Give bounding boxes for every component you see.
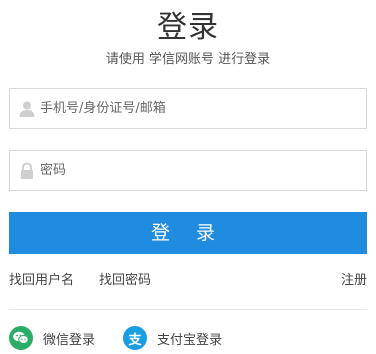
alipay-login-button[interactable]: 支 支付宝登录 <box>123 326 222 350</box>
wechat-icon <box>9 326 33 350</box>
page-subtitle: 请使用 学信网账号 进行登录 <box>105 52 271 67</box>
divider <box>9 309 367 310</box>
register-link[interactable]: 注册 <box>341 269 367 288</box>
user-icon <box>18 100 36 118</box>
username-field[interactable] <box>9 88 367 129</box>
page-title: 登录 <box>157 10 219 45</box>
wechat-login-button[interactable]: 微信登录 <box>9 326 95 350</box>
password-input[interactable] <box>40 151 360 190</box>
alipay-icon-glyph: 支 <box>128 332 142 348</box>
password-field[interactable] <box>9 150 367 191</box>
find-username-link[interactable]: 找回用户名 <box>9 269 74 288</box>
find-password-link[interactable]: 找回密码 <box>99 269 151 288</box>
alipay-icon: 支 <box>123 326 147 350</box>
login-button[interactable]: 登 录 <box>9 212 367 254</box>
wechat-login-label: 微信登录 <box>43 332 96 348</box>
username-input[interactable] <box>40 89 360 128</box>
alipay-login-label: 支付宝登录 <box>157 332 223 348</box>
lock-icon <box>18 162 36 180</box>
